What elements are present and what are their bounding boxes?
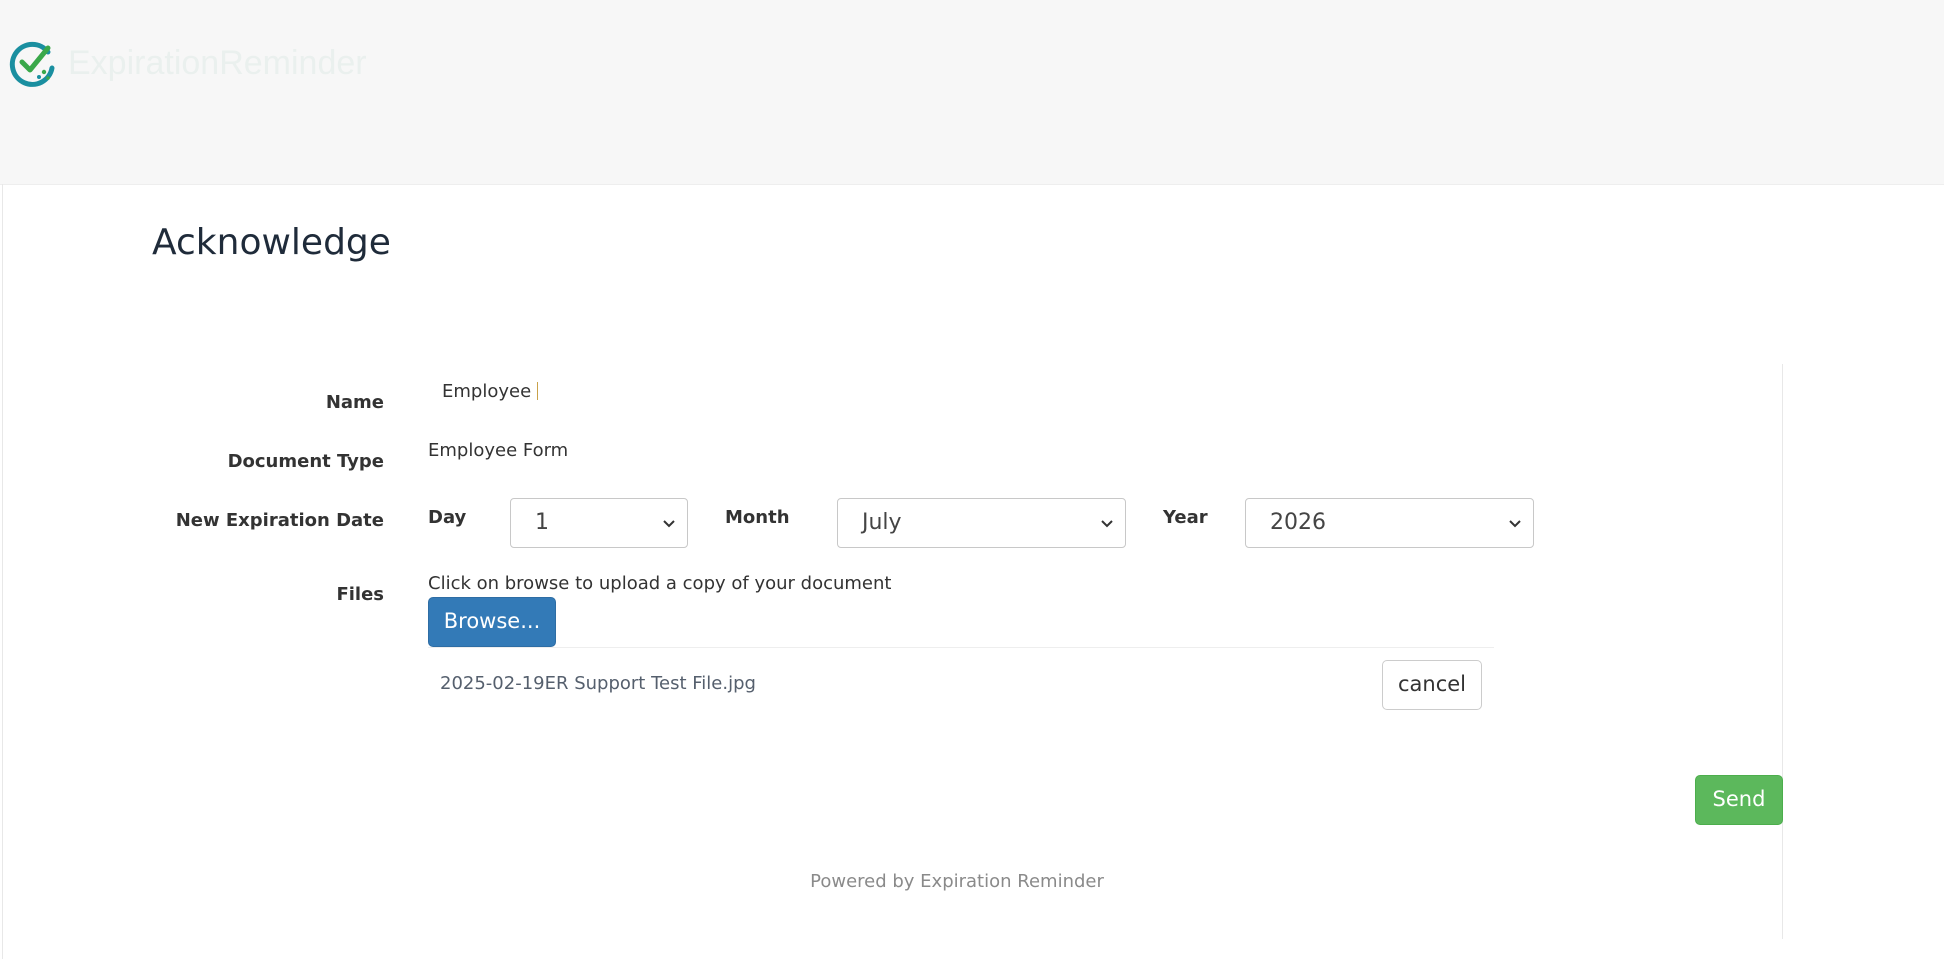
chevron-down-icon [663, 520, 675, 528]
document-type-value: Employee Form [428, 440, 569, 461]
month-select[interactable]: July [837, 498, 1126, 548]
expiration-date-label: New Expiration Date [175, 510, 384, 531]
top-header: ExpirationReminder [0, 0, 1944, 185]
name-text: Employee [442, 381, 532, 402]
brand-logo[interactable]: ExpirationReminder [8, 38, 367, 88]
browse-button[interactable]: Browse... [428, 597, 556, 647]
day-label: Day [428, 507, 467, 528]
cancel-upload-button[interactable]: cancel [1382, 660, 1482, 710]
name-label: Name [325, 392, 384, 413]
chevron-down-icon [1509, 520, 1521, 528]
check-clock-logo-icon [9, 41, 55, 87]
footer-powered-by: Powered by Expiration Reminder [810, 871, 1104, 892]
year-selected-value: 2026 [1270, 510, 1326, 535]
brand-logo-text: ExpirationReminder [68, 43, 367, 82]
upload-hint: Click on browse to upload a copy of your… [428, 573, 892, 594]
month-selected-value: July [862, 510, 902, 535]
name-value: Employee [442, 381, 539, 402]
send-button[interactable]: Send [1695, 775, 1783, 825]
year-select[interactable]: 2026 [1245, 498, 1534, 548]
day-select[interactable]: 1 [510, 498, 688, 548]
chevron-down-icon [1101, 520, 1113, 528]
page-title: Acknowledge [152, 222, 391, 263]
text-cursor [537, 382, 539, 400]
file-list-divider [428, 647, 1494, 648]
page-left-border [2, 184, 3, 959]
form-right-border [1782, 364, 1783, 939]
document-type-label: Document Type [227, 451, 384, 472]
year-label: Year [1163, 507, 1208, 528]
day-selected-value: 1 [535, 510, 549, 535]
files-label: Files [336, 584, 384, 605]
month-label: Month [725, 507, 790, 528]
uploaded-file-name: 2025-02-19ER Support Test File.jpg [440, 673, 756, 694]
